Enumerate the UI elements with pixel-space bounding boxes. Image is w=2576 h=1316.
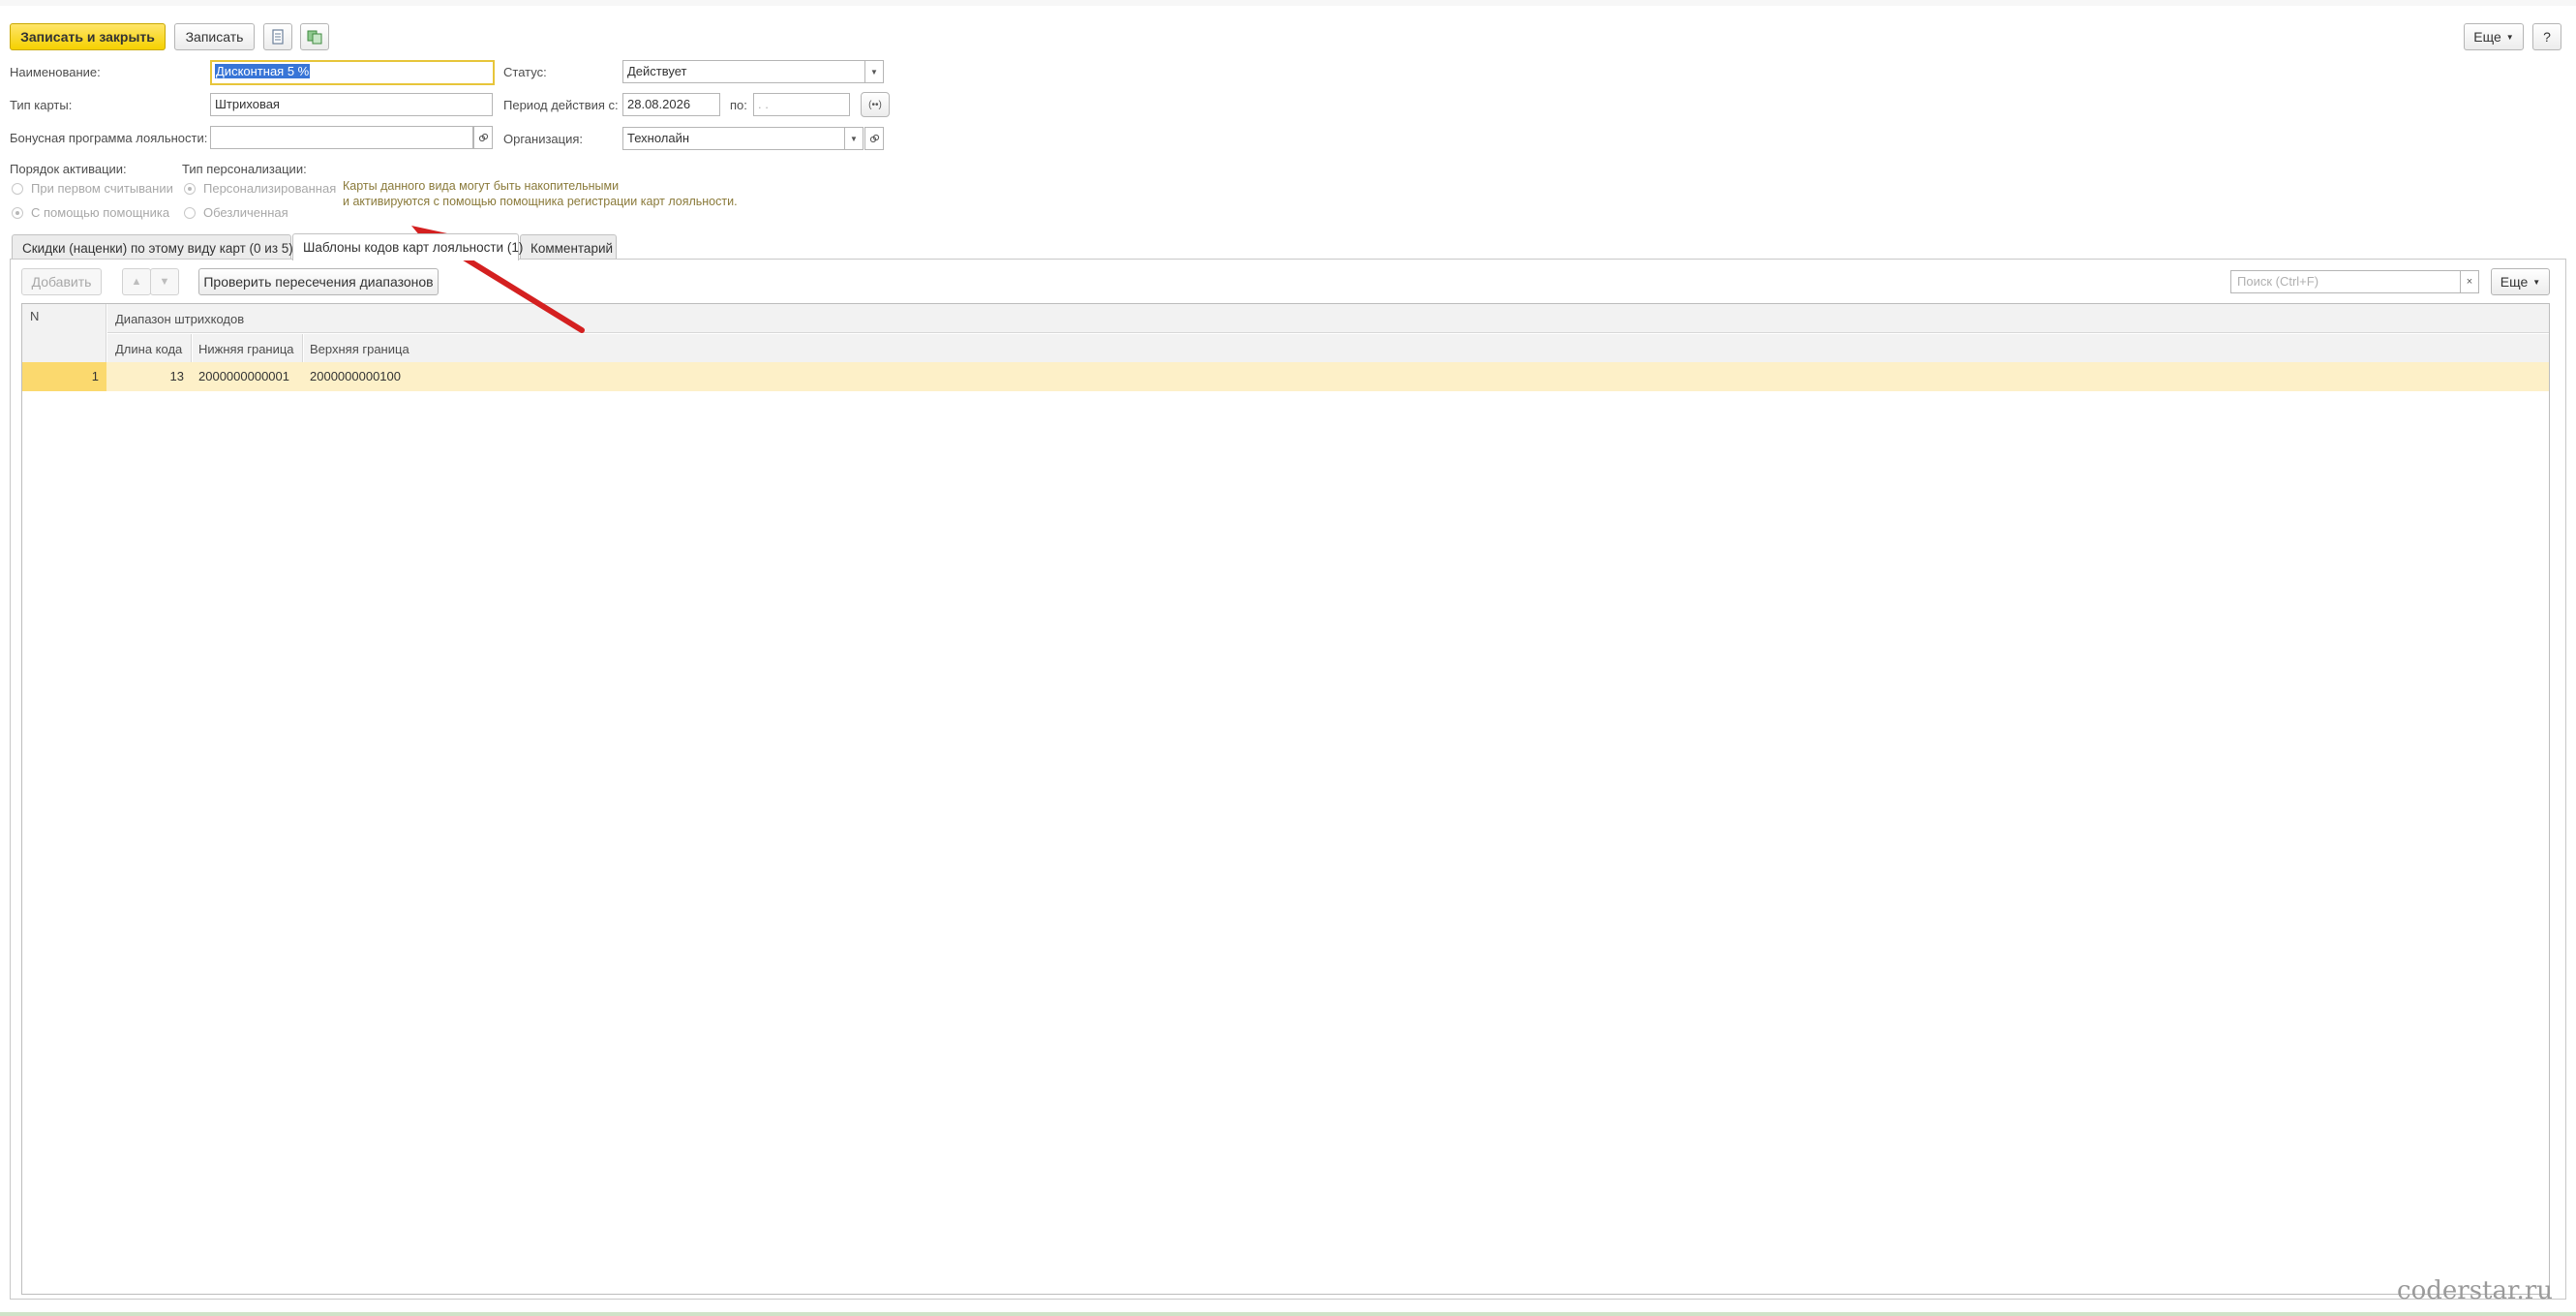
annotation-arrow	[411, 226, 585, 333]
watermark: coderstar.ru	[2397, 1276, 2553, 1305]
tab-code-templates[interactable]: Шаблоны кодов карт лояльности (1)	[292, 233, 523, 260]
bottom-line	[0, 1312, 2576, 1316]
